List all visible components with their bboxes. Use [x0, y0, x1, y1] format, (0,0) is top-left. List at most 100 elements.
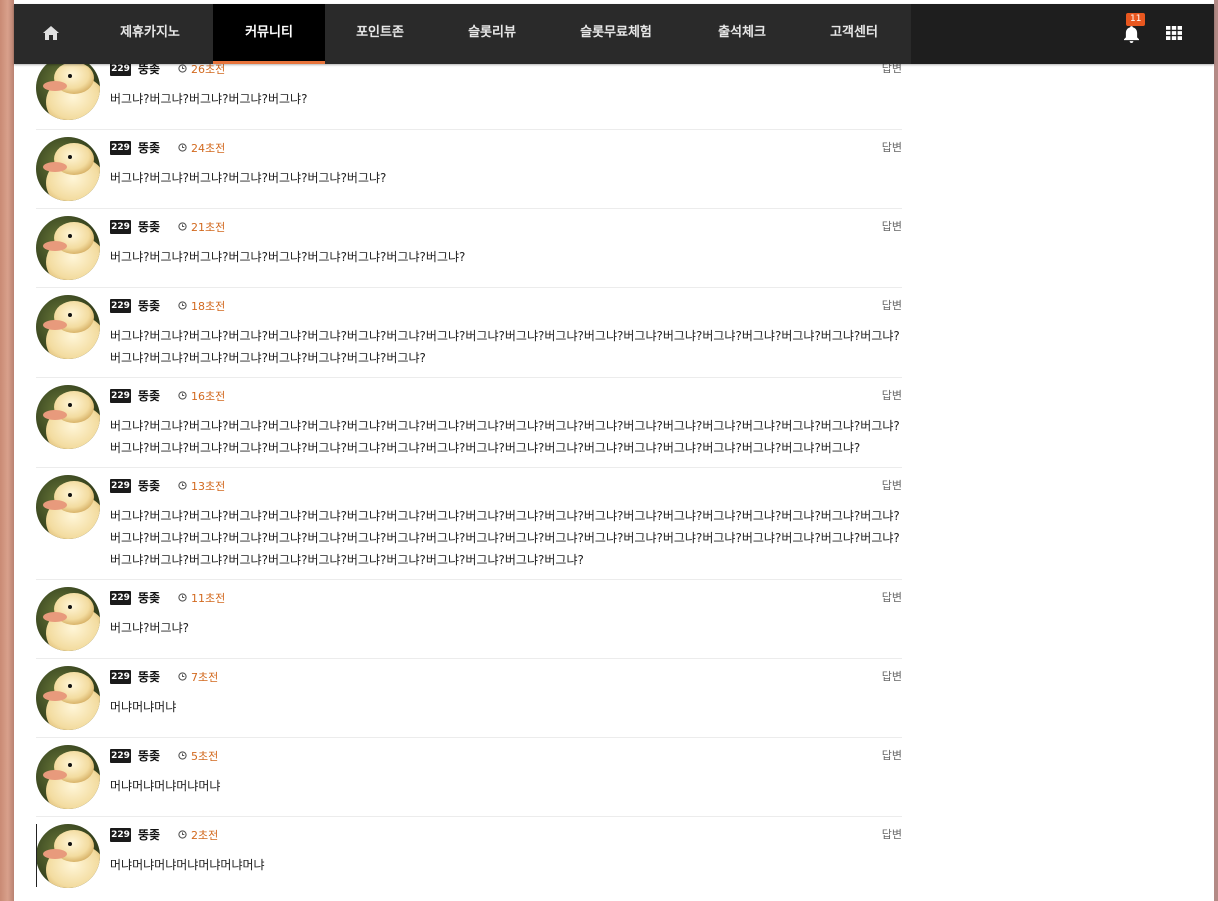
comment-time: 16초전	[191, 390, 226, 403]
author-name[interactable]: 뚱좆	[138, 747, 160, 764]
comment-text: 버그냐?버그냐?버그냐?버그냐?버그냐?	[110, 92, 308, 106]
reply-button[interactable]: 답변	[882, 297, 902, 313]
clock-icon	[178, 222, 187, 231]
comment-item: 229 뚱좆 24초전 답변 버그냐?버그냐?버그냐?버그냐?버그냐?버그냐?버…	[36, 129, 902, 209]
avatar	[36, 385, 100, 449]
selection-caret	[36, 824, 37, 887]
avatar	[36, 666, 100, 730]
comment-meta: 229 뚱좆 11초전	[110, 589, 900, 607]
comment-time: 13초전	[191, 480, 226, 493]
duck-avatar-icon	[36, 745, 100, 809]
top-navigation-bar: 제휴카지노 커뮤니티 포인트존 슬롯리뷰 슬롯무료체험 출석체크 고객센터 11	[14, 4, 1214, 64]
level-badge: 229	[110, 670, 131, 684]
reply-button[interactable]: 답변	[882, 826, 902, 842]
comment-item: 229 뚱좆 21초전 답변 버그냐?버그냐?버그냐?버그냐?버그냐?버그냐?버…	[36, 208, 902, 288]
comment-text: 버그냐?버그냐?버그냐?버그냐?버그냐?버그냐?버그냐?	[110, 171, 387, 185]
author-name[interactable]: 뚱좆	[138, 826, 160, 843]
browser-left-edge	[0, 0, 14, 901]
clock-icon	[178, 672, 187, 681]
comment-meta: 229 뚱좆 5초전	[110, 747, 900, 765]
reply-button[interactable]: 답변	[882, 218, 902, 234]
comment-item: 229 뚱좆 16초전 답변 버그냐?버그냐?버그냐?버그냐?버그냐?버그냐?버…	[36, 377, 902, 468]
author-name[interactable]: 뚱좆	[138, 218, 160, 235]
avatar	[36, 295, 100, 359]
clock-icon	[178, 593, 187, 602]
comment-time: 2초전	[191, 829, 219, 842]
comment-time: 7초전	[191, 671, 219, 684]
author-name[interactable]: 뚱좆	[138, 387, 160, 404]
comment-time: 11초전	[191, 592, 226, 605]
duck-avatar-icon	[36, 475, 100, 539]
comment-text: 버그냐?버그냐?버그냐?버그냐?버그냐?버그냐?버그냐?버그냐?버그냐?버그냐?…	[110, 419, 900, 455]
comment-item: 229 뚱좆 11초전 답변 버그냐?버그냐?	[36, 579, 902, 659]
nav-item-community[interactable]: 커뮤니티	[213, 4, 325, 64]
comment-meta: 229 뚱좆 7초전	[110, 668, 900, 686]
home-icon	[43, 26, 59, 40]
level-badge: 229	[110, 220, 131, 234]
comment-meta: 229 뚱좆 13초전	[110, 477, 900, 495]
avatar	[36, 475, 100, 539]
avatar	[36, 216, 100, 280]
author-name[interactable]: 뚱좆	[138, 668, 160, 685]
duck-avatar-icon	[36, 666, 100, 730]
comment-text: 머냐머냐머냐	[110, 700, 177, 714]
nav-item-support[interactable]: 고객센터	[798, 4, 910, 64]
clock-icon	[178, 64, 187, 73]
author-name[interactable]: 뚱좆	[138, 297, 160, 314]
reply-button[interactable]: 답변	[882, 747, 902, 763]
avatar	[36, 587, 100, 651]
level-badge: 229	[110, 479, 131, 493]
avatar	[36, 745, 100, 809]
comment-time: 18초전	[191, 300, 226, 313]
bell-icon	[1124, 26, 1139, 43]
reply-button[interactable]: 답변	[882, 139, 902, 155]
apps-grid-icon[interactable]	[1166, 26, 1182, 40]
nav-item-point-zone[interactable]: 포인트존	[324, 4, 436, 64]
comment-text: 머냐머냐머냐머냐머냐	[110, 779, 221, 793]
reply-button[interactable]: 답변	[882, 668, 902, 684]
author-name[interactable]: 뚱좆	[138, 139, 160, 156]
comment-time: 24초전	[191, 142, 226, 155]
comment-item: 229 뚱좆 2초전 답변 머냐머냐머냐머냐머냐머냐머냐	[36, 816, 902, 896]
comment-item: 229 뚱좆 7초전 답변 머냐머냐머냐	[36, 658, 902, 738]
clock-icon	[178, 830, 187, 839]
reply-button[interactable]: 답변	[882, 387, 902, 403]
reply-button[interactable]: 답변	[882, 589, 902, 605]
comment-time: 21초전	[191, 221, 226, 234]
duck-avatar-icon	[36, 295, 100, 359]
avatar	[36, 824, 100, 888]
nav-item-free-slot[interactable]: 슬롯무료체험	[548, 4, 684, 64]
level-badge: 229	[110, 299, 131, 313]
comment-meta: 229 뚱좆 21초전	[110, 218, 900, 236]
comment-item: 229 뚱좆 26초전 답변 버그냐?버그냐?버그냐?버그냐?버그냐?	[36, 56, 902, 130]
comment-text: 버그냐?버그냐?	[110, 621, 189, 635]
notification-badge: 11	[1126, 13, 1146, 26]
comment-text: 머냐머냐머냐머냐머냐머냐머냐	[110, 858, 265, 872]
nav-item-slot-review[interactable]: 슬롯리뷰	[436, 4, 548, 64]
main-menu: 제휴카지노 커뮤니티 포인트존 슬롯리뷰 슬롯무료체험 출석체크 고객센터	[14, 4, 911, 64]
comment-meta: 229 뚱좆 18초전	[110, 297, 900, 315]
comment-item: 229 뚱좆 18초전 답변 버그냐?버그냐?버그냐?버그냐?버그냐?버그냐?버…	[36, 287, 902, 378]
duck-avatar-icon	[36, 587, 100, 651]
nav-home[interactable]	[14, 4, 86, 64]
browser-right-edge	[1214, 0, 1218, 901]
comment-text: 버그냐?버그냐?버그냐?버그냐?버그냐?버그냐?버그냐?버그냐?버그냐?	[110, 250, 466, 264]
comment-meta: 229 뚱좆 16초전	[110, 387, 900, 405]
comment-meta: 229 뚱좆 24초전	[110, 139, 900, 157]
level-badge: 229	[110, 591, 131, 605]
nav-item-partner-casino[interactable]: 제휴카지노	[94, 4, 206, 64]
duck-avatar-icon	[36, 385, 100, 449]
reply-button[interactable]: 답변	[882, 477, 902, 493]
clock-icon	[178, 481, 187, 490]
duck-avatar-icon	[36, 824, 100, 888]
clock-icon	[178, 143, 187, 152]
comment-meta: 229 뚱좆 2초전	[110, 826, 900, 844]
author-name[interactable]: 뚱좆	[138, 477, 160, 494]
level-badge: 229	[110, 749, 131, 763]
level-badge: 229	[110, 389, 131, 403]
notification-button[interactable]: 11	[1120, 13, 1146, 48]
nav-item-attendance[interactable]: 출석체크	[686, 4, 798, 64]
clock-icon	[178, 751, 187, 760]
level-badge: 229	[110, 62, 131, 76]
author-name[interactable]: 뚱좆	[138, 589, 160, 606]
